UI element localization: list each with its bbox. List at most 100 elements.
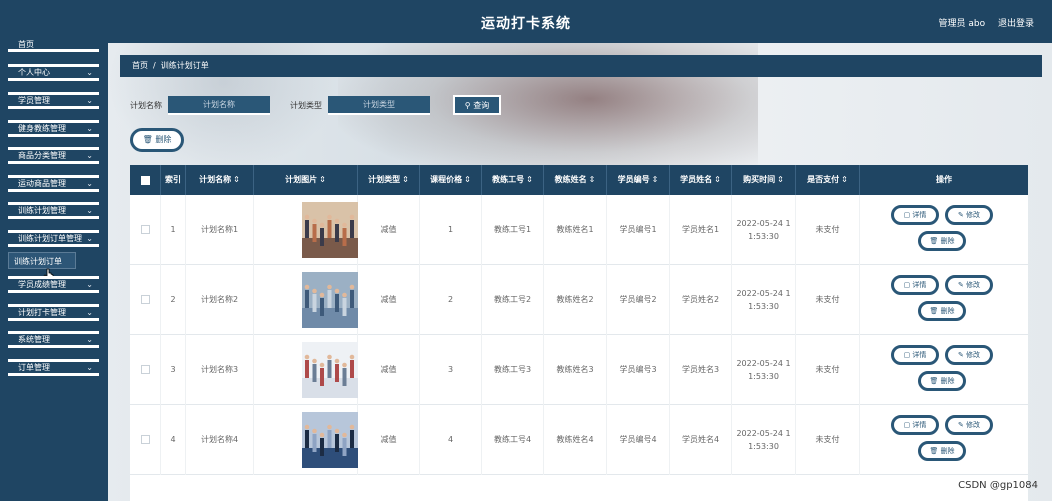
purchase-time-line2: 1:53:30: [748, 232, 779, 241]
delete-icon: 🗑: [929, 237, 941, 245]
delete-button[interactable]: 🗑 删除: [918, 231, 966, 251]
column-header-label: 学员编号: [617, 175, 650, 184]
edit-label: 修改: [966, 351, 981, 359]
select-all-cell: [130, 165, 161, 195]
sidebar-item-student[interactable]: 学员管理 ⌄: [8, 92, 99, 109]
plan-thumbnail: [302, 342, 358, 398]
column-header[interactable]: 计划名称 ⇕: [186, 165, 254, 195]
cell-coach-no: 教练工号4: [482, 405, 544, 475]
cell-purchase-time: 2022-05-24 1 1:53:30: [732, 195, 796, 265]
sidebar-item-label: 训练计划管理: [18, 206, 66, 215]
breadcrumb-home[interactable]: 首页: [132, 61, 148, 70]
app-title: 运动打卡系统: [481, 16, 571, 32]
sidebar-item-label: 运动商品管理: [18, 179, 66, 188]
sidebar-item-label: 个人中心: [18, 68, 50, 77]
batch-delete-label: 删除: [155, 135, 172, 144]
row-actions: ▢ 详情 ✎ 修改 🗑 删除: [860, 265, 1024, 335]
sidebar-item-coach[interactable]: 健身教练管理 ⌄: [8, 120, 99, 137]
sort-icon: ⇕: [777, 175, 784, 184]
delete-label: 删除: [940, 447, 955, 455]
sidebar-item-orders[interactable]: 订单管理 ⌄: [8, 359, 99, 376]
cell-name: 计划名称2: [186, 265, 254, 335]
detail-button[interactable]: ▢ 详情: [891, 415, 939, 435]
select-all-checkbox[interactable]: [141, 176, 150, 185]
cell-student-name: 学员姓名2: [670, 265, 732, 335]
sidebar-item-plan[interactable]: 训练计划管理 ⌄: [8, 202, 99, 219]
row-checkbox[interactable]: [141, 435, 150, 444]
column-header-label: 计划名称: [199, 175, 232, 184]
chevron-down-icon: ⌄: [86, 151, 93, 160]
detail-button[interactable]: ▢ 详情: [891, 275, 939, 295]
user-name: 管理员 abo: [938, 19, 986, 29]
sort-icon: ⇕: [319, 175, 326, 184]
column-header[interactable]: 是否支付 ⇕: [796, 165, 860, 195]
select-cell: [130, 405, 161, 475]
chevron-down-icon: ⌄: [86, 96, 93, 105]
sidebar-item-category[interactable]: 商品分类管理 ⌄: [8, 147, 99, 164]
row-checkbox[interactable]: [141, 365, 150, 374]
delete-button[interactable]: 🗑 删除: [918, 371, 966, 391]
detail-button[interactable]: ▢ 详情: [891, 205, 939, 225]
delete-button[interactable]: 🗑 删除: [918, 301, 966, 321]
edit-button[interactable]: ✎ 修改: [945, 205, 993, 225]
sidebar-item-goods[interactable]: 运动商品管理 ⌄: [8, 175, 99, 192]
sort-icon: ⇕: [402, 175, 409, 184]
cell-price: 3: [420, 335, 482, 405]
row-actions: ▢ 详情 ✎ 修改 🗑 删除: [860, 195, 1024, 265]
column-header-label: 计划图片: [285, 175, 318, 184]
cell-type: 减值: [358, 265, 420, 335]
sidebar-item-personal-center[interactable]: 个人中心 ⌄: [8, 64, 99, 81]
sort-icon: ⇕: [841, 175, 848, 184]
delete-label: 删除: [940, 307, 955, 315]
cell-index: 3: [161, 335, 186, 405]
column-header[interactable]: 计划图片 ⇕: [254, 165, 358, 195]
chevron-down-icon: ⌄: [86, 124, 93, 133]
plan-name-input[interactable]: 计划名称: [168, 95, 270, 115]
edit-label: 修改: [966, 421, 981, 429]
sidebar-item-system[interactable]: 系统管理 ⌄: [8, 331, 99, 348]
search-icon: ⚲: [464, 101, 471, 110]
sidebar-item-label: 订单管理: [18, 363, 50, 372]
logout-link[interactable]: 退出登录: [998, 19, 1034, 29]
column-header[interactable]: 购买时间 ⇕: [732, 165, 796, 195]
edit-button[interactable]: ✎ 修改: [945, 275, 993, 295]
column-header[interactable]: 课程价格 ⇕: [420, 165, 482, 195]
batch-delete-button[interactable]: 🗑 删除: [130, 128, 184, 152]
cell-name: 计划名称3: [186, 335, 254, 405]
cell-student-no: 学员编号3: [607, 335, 670, 405]
column-header[interactable]: 教练工号 ⇕: [482, 165, 544, 195]
delete-button[interactable]: 🗑 删除: [918, 441, 966, 461]
sort-icon: ⇕: [233, 175, 240, 184]
column-header[interactable]: 学员姓名 ⇕: [670, 165, 732, 195]
row-checkbox[interactable]: [141, 225, 150, 234]
column-header[interactable]: 教练姓名 ⇕: [544, 165, 607, 195]
search-button[interactable]: ⚲ 查询: [453, 95, 501, 115]
column-header[interactable]: 计划类型 ⇕: [358, 165, 420, 195]
chevron-down-icon: ⌄: [86, 280, 93, 289]
cell-paid: 未支付: [796, 335, 860, 405]
sidebar-item-label: 首页: [18, 40, 34, 49]
column-header-label: 教练姓名: [554, 175, 587, 184]
cell-paid: 未支付: [796, 405, 860, 475]
purchase-time-line1: 2022-05-24 1: [736, 359, 791, 368]
cell-index: 4: [161, 405, 186, 475]
cell-price: 4: [420, 405, 482, 475]
edit-button[interactable]: ✎ 修改: [945, 345, 993, 365]
edit-button[interactable]: ✎ 修改: [945, 415, 993, 435]
cell-paid: 未支付: [796, 195, 860, 265]
plan-type-input[interactable]: 计划类型: [328, 95, 430, 115]
cell-operations: ▢ 详情 ✎ 修改 🗑 删除: [860, 195, 1028, 265]
sidebar-item-home[interactable]: 首页: [8, 40, 99, 52]
main-content: 首页 / 训练计划订单 计划名称 计划名称 计划类型 计划类型 ⚲ 查询 🗑 删除 …: [108, 43, 1052, 501]
edit-icon: ✎: [957, 351, 967, 359]
detail-button[interactable]: ▢ 详情: [891, 345, 939, 365]
sidebar-subitem-plan-order[interactable]: 训练计划订单: [8, 252, 76, 269]
sidebar-item-checkin[interactable]: 计划打卡管理 ⌄: [8, 304, 99, 321]
sidebar-item-label: 健身教练管理: [18, 124, 66, 133]
sidebar-item-score[interactable]: 学员成绩管理 ⌄: [8, 276, 99, 293]
trash-icon: 🗑: [142, 135, 153, 144]
column-header[interactable]: 学员编号 ⇕: [607, 165, 670, 195]
row-checkbox[interactable]: [141, 295, 150, 304]
sidebar-item-plan-order[interactable]: 训练计划订单管理 ⌄: [8, 230, 99, 247]
column-header-label: 教练工号: [492, 175, 525, 184]
